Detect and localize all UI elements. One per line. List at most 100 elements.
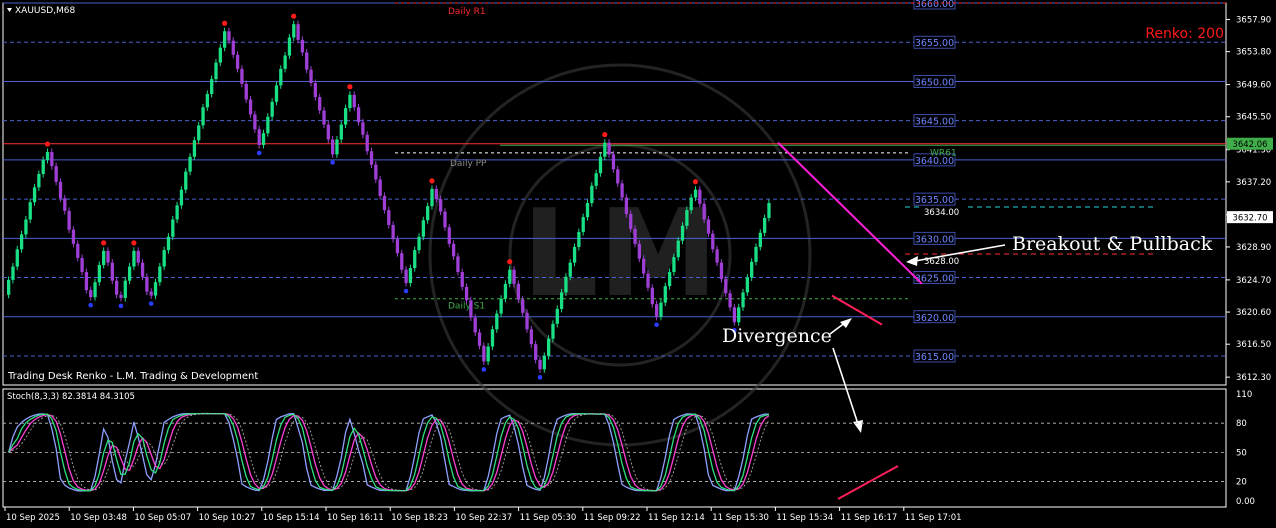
swing-low-marker (537, 375, 543, 380)
divergence-annotation: Divergence (722, 325, 832, 347)
renko-brick (201, 107, 205, 126)
renko-brick (637, 243, 642, 259)
time-axis-label: 11 Sep 05:30 (520, 513, 577, 523)
renko-brick (261, 133, 266, 145)
time-axis-label: 11 Sep 15:30 (712, 513, 769, 523)
renko-brick (192, 140, 197, 157)
time-axis-label: 11 Sep 09:22 (584, 513, 641, 523)
renko-brick (227, 31, 231, 41)
renko-brick (724, 279, 728, 294)
renko-brick (763, 217, 767, 233)
renko-brick (7, 279, 11, 295)
renko-brick (214, 62, 218, 80)
renko-brick (624, 197, 629, 215)
renko-brick (508, 269, 512, 284)
renko-brick (646, 273, 650, 288)
time-axis-label: 10 Sep 15:14 (263, 513, 320, 523)
renko-brick (369, 151, 374, 165)
renko-brick (97, 264, 102, 283)
renko-brick (685, 210, 689, 226)
swing-low-marker (481, 367, 487, 372)
renko-brick (741, 292, 745, 308)
breakout-arrowhead-icon (906, 256, 918, 266)
renko-brick (680, 225, 685, 241)
price-axis-label: 3624.70 (1236, 276, 1271, 286)
renko-brick (32, 187, 37, 203)
renko-brick (270, 101, 274, 117)
renko-brick (512, 269, 516, 284)
renko-brick (499, 298, 503, 314)
renko-brick (408, 268, 413, 284)
renko-brick (45, 152, 50, 160)
divergence-arrowhead-down-icon (853, 420, 863, 433)
price-level-label: 3630.00 (915, 234, 954, 245)
time-axis-label: 10 Sep 22:37 (455, 513, 512, 523)
stochastic-axis-label: 20 (1236, 478, 1247, 488)
renko-brick (395, 239, 400, 254)
price-axis-label: 3653.80 (1236, 48, 1271, 58)
renko-brick (305, 52, 309, 70)
renko-brick (123, 280, 127, 298)
renko-brick (71, 229, 76, 244)
chart-window[interactable]: LM 3660.00 3655.00 3650.00 3645.00 3640.00 363… (0, 0, 1276, 528)
renko-brick (162, 250, 166, 267)
renko-brick (490, 329, 495, 347)
swing-high-marker (222, 20, 228, 26)
renko-brick (326, 124, 330, 140)
swing-high-marker (101, 240, 107, 246)
renko-brick (495, 313, 499, 330)
renko-brick (318, 97, 322, 111)
swing-high-marker (692, 179, 699, 185)
renko-brick (37, 173, 41, 188)
renko-brick (404, 269, 408, 284)
renko-brick (279, 68, 283, 86)
renko-brick (758, 232, 762, 247)
time-axis-label: 11 Sep 12:14 (648, 513, 705, 523)
collapse-triangle-icon[interactable] (7, 8, 12, 12)
renko-chart[interactable]: LM3660.003655.003650.003645.003640.00363… (0, 0, 1276, 528)
renko-brick (244, 83, 248, 100)
renko-brick (300, 39, 305, 53)
renko-brick (76, 243, 80, 258)
renko-brick (119, 294, 123, 298)
renko-brick (67, 210, 71, 230)
renko-brick (387, 210, 391, 225)
renko-brick (706, 219, 711, 234)
renko-brick (331, 139, 335, 155)
renko-brick (732, 307, 737, 323)
renko-brick (335, 139, 339, 155)
swing-high-marker (44, 141, 51, 147)
price-level-label: 3645.00 (915, 117, 954, 128)
stochastic-label: Stoch(8,3,3) 82.3814 84.3105 (7, 392, 135, 402)
renko-brick (197, 125, 201, 141)
renko-brick (253, 114, 257, 130)
price-axis-label: 3616.50 (1236, 340, 1271, 350)
renko-brick (767, 203, 771, 218)
renko-brick (274, 85, 279, 102)
renko-brick (153, 282, 158, 296)
swing-low-marker (654, 322, 659, 328)
renko-brick (110, 262, 114, 281)
trendline (777, 141, 923, 285)
renko-brick (102, 250, 106, 265)
renko-brick (11, 266, 15, 280)
renko-brick (745, 277, 750, 293)
renko-brick (559, 292, 564, 309)
time-axis-label: 10 Sep 05:07 (134, 513, 191, 523)
renko-brick (460, 272, 464, 287)
renko-brick (672, 257, 676, 273)
price-axis-label: 3637.20 (1236, 178, 1271, 188)
renko-brick (629, 214, 633, 229)
chart-symbol-title: XAUUSD,M68 (15, 6, 75, 16)
renko-brick (391, 224, 395, 240)
time-axis-label: 10 Sep 18:23 (391, 513, 448, 523)
renko-brick (400, 253, 404, 270)
renko-brick (374, 164, 378, 180)
price-axis-label: 3645.50 (1236, 113, 1271, 123)
renko-brick (365, 134, 369, 152)
renko-brick (728, 293, 732, 308)
price-axis-label: 3649.60 (1236, 81, 1271, 91)
renko-brick (287, 37, 292, 56)
price-axis-label: 3628.90 (1236, 243, 1271, 253)
renko-brick (616, 169, 620, 184)
